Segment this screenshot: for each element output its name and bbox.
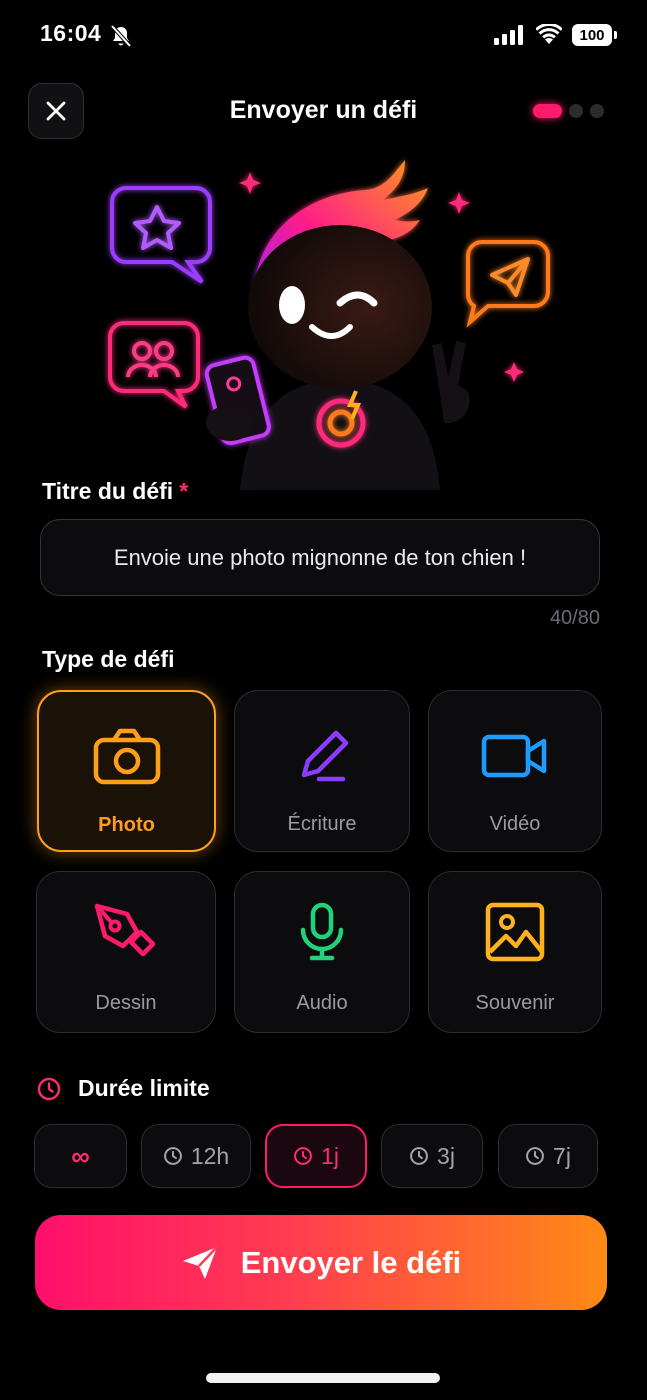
mascot-illustration — [108, 160, 550, 490]
required-mark: * — [179, 478, 189, 504]
send-button-label: Envoyer le défi — [240, 1244, 462, 1280]
duration-option-infinite[interactable]: ∞ — [34, 1124, 127, 1188]
signal-icon — [494, 25, 523, 45]
step-dot — [590, 104, 604, 118]
type-option-drawing[interactable]: Dessin — [36, 871, 216, 1033]
microphone-icon — [300, 902, 344, 961]
step-dot-active — [533, 104, 562, 118]
battery-level: 100 — [579, 26, 605, 44]
type-option-label: Audio — [296, 992, 348, 1014]
send-challenge-button[interactable]: Envoyer le défi — [35, 1215, 607, 1310]
clock-icon — [526, 1147, 544, 1165]
type-option-label: Souvenir — [475, 992, 555, 1014]
clock-icon — [163, 1147, 182, 1165]
video-icon — [481, 734, 547, 778]
clock-icon — [37, 1077, 61, 1101]
type-option-photo[interactable]: Photo — [37, 690, 216, 852]
image-icon — [485, 902, 545, 962]
duration-option-1j[interactable]: 1j — [265, 1124, 367, 1188]
duration-label: Durée limite — [78, 1075, 210, 1101]
type-option-memory[interactable]: Souvenir — [428, 871, 602, 1033]
character-counter: 40/80 — [549, 607, 600, 629]
type-option-label: Écriture — [287, 813, 357, 835]
type-option-video[interactable]: Vidéo — [428, 690, 602, 852]
duration-option-label: ∞ — [71, 1140, 90, 1171]
duration-option-label: 12h — [190, 1142, 230, 1169]
type-option-label: Dessin — [95, 992, 157, 1014]
type-option-audio[interactable]: Audio — [234, 871, 410, 1033]
pen-nib-icon — [94, 903, 156, 957]
duration-option-label: 7j — [553, 1142, 571, 1169]
duration-option-12h[interactable]: 12h — [141, 1124, 251, 1188]
status-time: 16:04 — [40, 20, 102, 46]
type-section-label: Type de défi — [42, 646, 175, 672]
send-icon — [182, 1245, 218, 1279]
clock-icon — [294, 1147, 312, 1165]
title-field-label: Titre du défi * — [42, 478, 188, 505]
pencil-icon — [301, 730, 349, 782]
challenge-title-value: Envoie une photo mignonne de ton chien ! — [113, 544, 527, 570]
duration-option-3j[interactable]: 3j — [381, 1124, 483, 1188]
clock-icon — [410, 1147, 428, 1165]
challenge-title-input[interactable]: Envoie une photo mignonne de ton chien ! — [40, 519, 600, 596]
home-indicator[interactable] — [206, 1373, 440, 1383]
duration-option-label: 1j — [321, 1142, 339, 1169]
duration-option-7j[interactable]: 7j — [498, 1124, 598, 1188]
type-option-writing[interactable]: Écriture — [234, 690, 410, 852]
camera-icon — [93, 728, 160, 785]
duration-option-label: 3j — [437, 1142, 455, 1169]
type-option-label: Vidéo — [489, 813, 541, 835]
wifi-icon — [536, 24, 562, 44]
step-indicator — [533, 104, 604, 118]
type-option-label: Photo — [98, 814, 155, 836]
battery-indicator: 100 — [572, 24, 617, 46]
title-label-text: Titre du défi — [42, 478, 174, 504]
step-dot — [569, 104, 583, 118]
bell-muted-icon — [110, 24, 132, 48]
